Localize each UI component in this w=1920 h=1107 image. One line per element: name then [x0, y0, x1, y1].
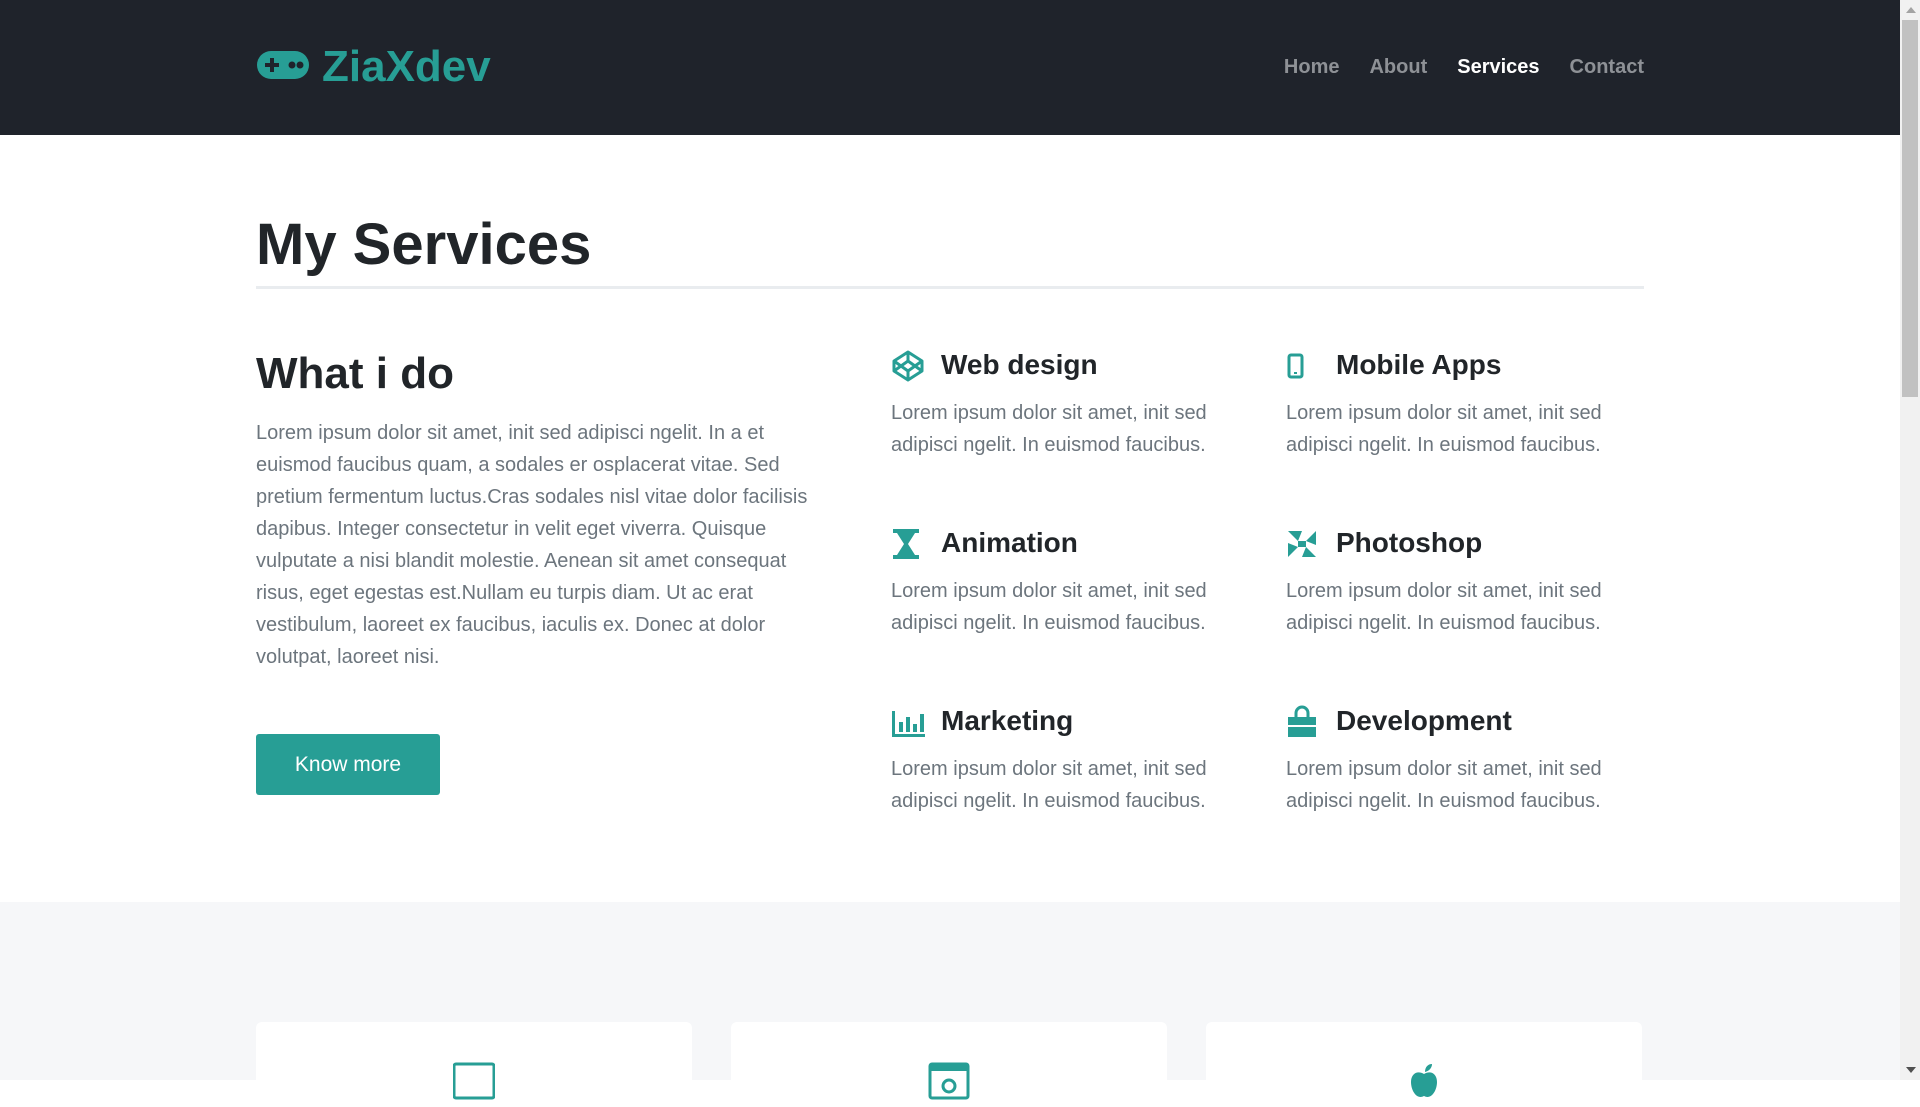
service-text: Lorem ipsum dolor sit amet, init sed adi…	[1286, 758, 1602, 812]
service-text: Lorem ipsum dolor sit amet, init sed adi…	[891, 402, 1207, 456]
shopping-bag-icon	[1286, 705, 1320, 739]
nav-contact[interactable]: Contact	[1570, 52, 1644, 82]
service-title: Development	[1336, 705, 1512, 736]
service-title: Marketing	[941, 705, 1074, 736]
apple-icon	[1403, 1060, 1445, 1102]
brand-logo[interactable]: ZiaXdev	[256, 42, 491, 92]
bar-chart-icon	[891, 705, 925, 739]
service-text: Lorem ipsum dolor sit amet, init sed adi…	[1286, 402, 1602, 456]
browser-window-icon	[928, 1060, 970, 1102]
intro-text: Lorem ipsum dolor sit amet, init sed adi…	[256, 422, 808, 668]
feature-card	[256, 1022, 692, 1102]
feature-card	[731, 1022, 1167, 1102]
scroll-up-arrow-icon[interactable]	[1906, 7, 1916, 13]
scroll-down-arrow-icon[interactable]	[1906, 1067, 1916, 1073]
brand-name: ZiaXdev	[322, 42, 491, 91]
service-title: Mobile Apps	[1336, 349, 1502, 380]
service-text: Lorem ipsum dolor sit amet, init sed adi…	[891, 580, 1207, 634]
monitor-icon	[452, 1060, 496, 1102]
main-nav: Home About Services Contact	[1254, 52, 1644, 82]
mobile-icon	[1286, 349, 1320, 383]
intro-heading: What i do	[256, 349, 454, 398]
nav-services[interactable]: Services	[1457, 52, 1539, 82]
service-title: Photoshop	[1336, 527, 1483, 558]
service-title: Animation	[941, 527, 1078, 558]
scrollbar-thumb[interactable]	[1902, 20, 1918, 397]
page-title: My Services	[256, 212, 592, 277]
navbar: ZiaXdev Home About Services Contact	[0, 0, 1900, 135]
title-divider	[256, 286, 1644, 289]
page-scrollbar[interactable]	[1900, 0, 1920, 1080]
gamepad-icon	[256, 49, 310, 86]
photoshop-icon	[1286, 527, 1320, 561]
nav-about[interactable]: About	[1369, 52, 1427, 82]
codepen-icon	[891, 349, 925, 383]
service-title: Web design	[941, 349, 1098, 380]
service-text: Lorem ipsum dolor sit amet, init sed adi…	[1286, 580, 1602, 634]
hourglass-icon	[891, 527, 925, 561]
feature-card	[1206, 1022, 1642, 1102]
know-more-button[interactable]: Know more	[256, 734, 440, 795]
nav-home[interactable]: Home	[1284, 52, 1340, 82]
service-text: Lorem ipsum dolor sit amet, init sed adi…	[891, 758, 1207, 812]
